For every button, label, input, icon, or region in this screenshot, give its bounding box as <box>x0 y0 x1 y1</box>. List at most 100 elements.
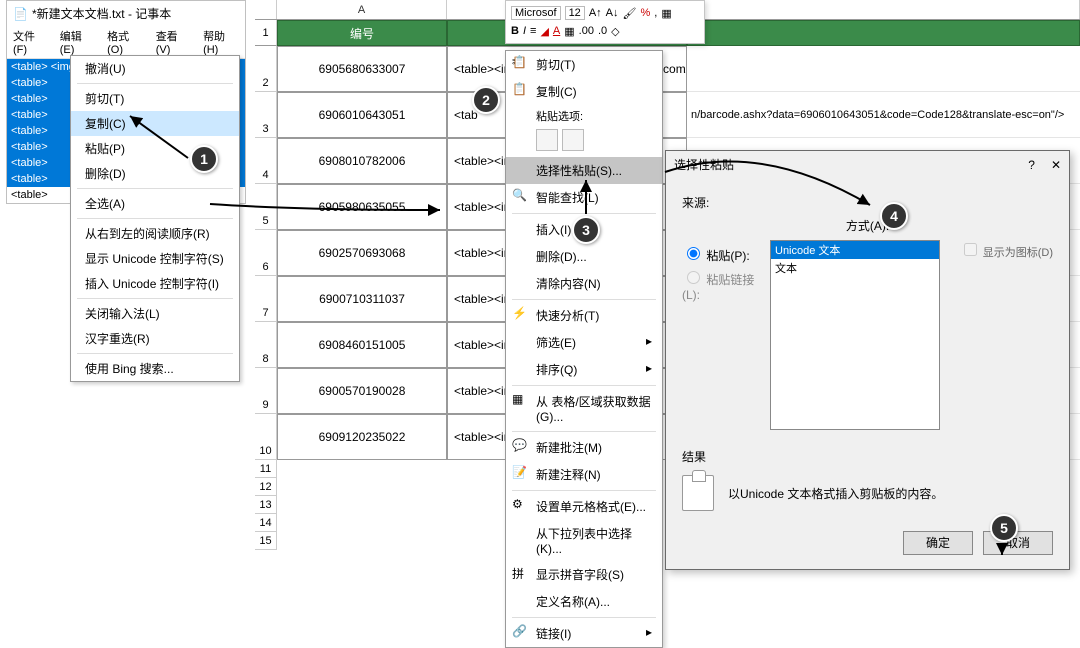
result-description: 以Unicode 文本格式插入剪贴板的内容。 <box>728 485 943 502</box>
row-header[interactable]: 15 <box>255 532 277 550</box>
row-header[interactable]: 7 <box>255 276 277 322</box>
increase-decimal-icon[interactable]: .0 <box>598 25 607 37</box>
header-cell-rest[interactable] <box>687 20 1080 46</box>
decrease-font-icon[interactable]: A↓ <box>606 7 619 19</box>
opt-unicode-text[interactable]: Unicode 文本 <box>771 241 939 259</box>
paste-option-1[interactable] <box>536 129 558 151</box>
xctx-quick-analysis[interactable]: ⚡快速分析(T) <box>506 302 662 329</box>
clear-icon[interactable]: ◇ <box>611 25 619 38</box>
cell-overflow[interactable] <box>687 46 1080 92</box>
row-header[interactable]: 4 <box>255 138 277 184</box>
xctx-paste-special[interactable]: 选择性粘贴(S)... <box>506 157 662 184</box>
xctx-define-name[interactable]: 定义名称(A)... <box>506 588 662 615</box>
xctx-cut[interactable]: ✂剪切(T) <box>506 51 662 78</box>
radio-paste[interactable]: 粘贴(P): <box>682 244 760 264</box>
paste-option-2[interactable] <box>562 129 584 151</box>
row-header[interactable]: 12 <box>255 478 277 496</box>
comma-icon[interactable]: , <box>654 7 657 19</box>
cell-id[interactable]: 6908010782006 <box>277 138 447 184</box>
xctx-from-table[interactable]: ▦从 表格/区域获取数据(G)... <box>506 388 662 429</box>
increase-font-icon[interactable]: A↑ <box>589 7 602 19</box>
source-label: 来源: <box>682 194 1053 211</box>
table-style-icon[interactable]: ▦ <box>661 7 671 20</box>
cell-id[interactable]: 6906010643051 <box>277 92 447 138</box>
fill-color-icon[interactable]: ◢ <box>540 25 548 38</box>
cell-id[interactable]: 6902570693068 <box>277 230 447 276</box>
ctx-close-ime[interactable]: 关闭输入法(L) <box>71 301 239 326</box>
cell-overflow[interactable]: n/barcode.ashx?data=6906010643051&code=C… <box>687 92 1080 138</box>
font-color-icon[interactable]: A <box>553 25 560 37</box>
row-header[interactable]: 14 <box>255 514 277 532</box>
xctx-format-cells[interactable]: ⚙设置单元格格式(E)... <box>506 493 662 520</box>
italic-icon[interactable]: I <box>523 25 526 37</box>
xctx-delete[interactable]: 删除(D)... <box>506 243 662 270</box>
lookup-icon: 🔍 <box>512 188 528 204</box>
row-header[interactable]: 1 <box>255 20 277 46</box>
xctx-clear[interactable]: 清除内容(N) <box>506 270 662 297</box>
format-painter-icon[interactable]: 🖌 <box>623 7 637 20</box>
select-all-corner[interactable] <box>255 0 277 19</box>
xctx-new-note[interactable]: 📝新建注释(N) <box>506 461 662 488</box>
decrease-decimal-icon[interactable]: .00 <box>579 25 594 37</box>
row-header[interactable]: 3 <box>255 92 277 138</box>
step-badge-3: 3 <box>572 216 600 244</box>
font-name-box[interactable]: Microsof <box>511 6 561 20</box>
row-header[interactable]: 13 <box>255 496 277 514</box>
ctx-show-unicode[interactable]: 显示 Unicode 控制字符(S) <box>71 246 239 271</box>
ok-button[interactable]: 确定 <box>903 531 973 555</box>
menu-file[interactable]: 文件(F) <box>13 28 48 56</box>
radio-paste-link[interactable]: 粘贴链接(L): <box>682 268 760 302</box>
header-cell-a[interactable]: 编号 <box>277 20 447 46</box>
col-headers-rest[interactable] <box>687 0 1080 19</box>
borders-icon[interactable]: ▦ <box>564 25 574 38</box>
percent-icon[interactable]: % <box>640 7 650 19</box>
cell-id[interactable]: 6900710311037 <box>277 276 447 322</box>
xctx-paste-options-label: 📋粘贴选项: <box>506 105 662 127</box>
row-header[interactable]: 5 <box>255 184 277 230</box>
notepad-title-text: *新建文本文档.txt - 记事本 <box>32 5 171 22</box>
step-badge-2: 2 <box>472 86 500 114</box>
menu-help[interactable]: 帮助(H) <box>203 28 239 56</box>
format-listbox[interactable]: Unicode 文本 文本 <box>770 240 940 430</box>
ctx-hanzi[interactable]: 汉字重选(R) <box>71 326 239 351</box>
note-icon: 📝 <box>512 465 528 481</box>
font-size-box[interactable]: 12 <box>565 6 585 20</box>
ctx-undo[interactable]: 撤消(U) <box>71 56 239 81</box>
xctx-smart-lookup[interactable]: 🔍智能查找(L) <box>506 184 662 211</box>
bold-icon[interactable]: B <box>511 25 519 37</box>
cell-id[interactable]: 6905980635055 <box>277 184 447 230</box>
opt-text[interactable]: 文本 <box>771 259 939 277</box>
row-header[interactable]: 9 <box>255 368 277 414</box>
xctx-hyperlink[interactable]: 🔗链接(I)▸ <box>506 620 662 647</box>
cell-id[interactable]: 6908460151005 <box>277 322 447 368</box>
menu-format[interactable]: 格式(O) <box>107 28 144 56</box>
help-button[interactable]: ? <box>1028 158 1035 172</box>
xctx-pinyin[interactable]: 拼显示拼音字段(S) <box>506 561 662 588</box>
cell-id[interactable]: 6909120235022 <box>277 414 447 460</box>
row-header[interactable]: 6 <box>255 230 277 276</box>
xctx-sort[interactable]: 排序(Q)▸ <box>506 356 662 383</box>
menu-view[interactable]: 查看(V) <box>156 28 191 56</box>
xctx-filter[interactable]: 筛选(E)▸ <box>506 329 662 356</box>
ctx-insert-unicode[interactable]: 插入 Unicode 控制字符(I) <box>71 271 239 296</box>
copy-icon: 📋 <box>512 82 528 98</box>
ctx-rtl[interactable]: 从右到左的阅读顺序(R) <box>71 221 239 246</box>
xctx-pick-list[interactable]: 从下拉列表中选择(K)... <box>506 520 662 561</box>
row-header[interactable]: 2 <box>255 46 277 92</box>
ctx-cut[interactable]: 剪切(T) <box>71 86 239 111</box>
align-icon[interactable]: ≡ <box>530 25 536 37</box>
dialog-title: 选择性粘贴 <box>674 156 734 173</box>
cell-id[interactable]: 6905680633007 <box>277 46 447 92</box>
row-header[interactable]: 8 <box>255 322 277 368</box>
menu-edit[interactable]: 编辑(E) <box>60 28 95 56</box>
col-header-A[interactable]: A <box>277 0 447 19</box>
cell-id[interactable]: 6900570190028 <box>277 368 447 414</box>
close-button[interactable]: ✕ <box>1051 158 1061 172</box>
xctx-new-comment[interactable]: 💬新建批注(M) <box>506 434 662 461</box>
ctx-copy[interactable]: 复制(C) <box>71 111 239 136</box>
xctx-copy[interactable]: 📋复制(C) <box>506 78 662 105</box>
ctx-bing[interactable]: 使用 Bing 搜索... <box>71 356 239 381</box>
row-header[interactable]: 10 <box>255 414 277 460</box>
ctx-select-all[interactable]: 全选(A) <box>71 191 239 216</box>
row-header[interactable]: 11 <box>255 460 277 478</box>
